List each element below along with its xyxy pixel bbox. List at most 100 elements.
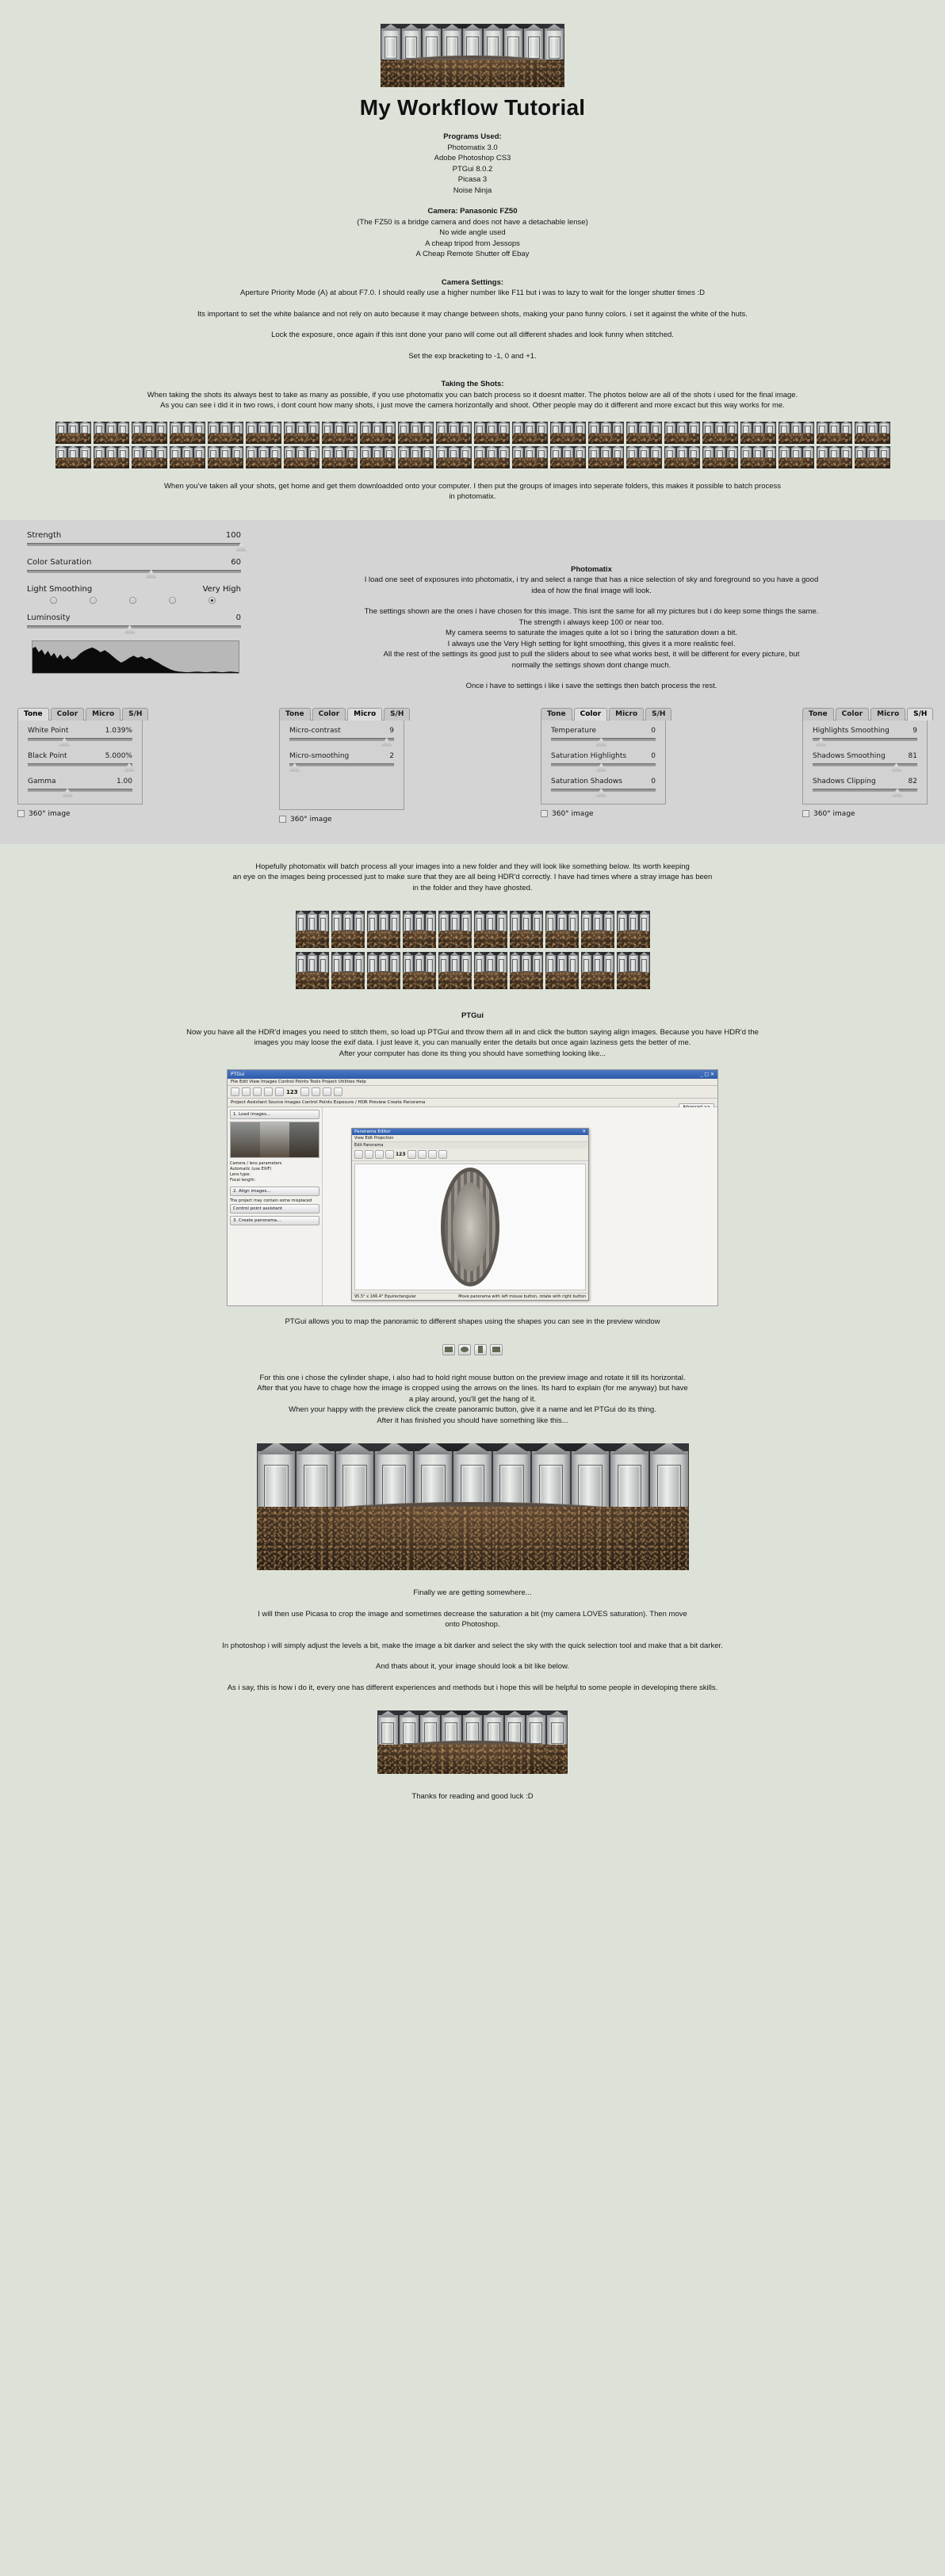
align-icon[interactable] (311, 1087, 320, 1096)
tab-micro[interactable]: Micro (609, 707, 645, 720)
save-icon[interactable] (242, 1087, 251, 1096)
black-point-row[interactable]: Black Point 5.000% (25, 752, 136, 772)
tab-color[interactable]: Color (312, 707, 346, 720)
slider-track[interactable] (813, 737, 917, 747)
panel-tabbar[interactable]: Tone Color Micro S/H (279, 707, 411, 720)
load-images-button[interactable]: 1. Load images... (230, 1110, 319, 1119)
undo-icon[interactable] (253, 1087, 262, 1096)
editor-hand-icon[interactable] (354, 1150, 363, 1159)
ptgui-toolbar[interactable]: 123 (228, 1086, 717, 1099)
tab-s-h[interactable]: S/H (645, 707, 672, 720)
settings-icon[interactable] (333, 1087, 342, 1096)
slider-label: Temperature (551, 726, 597, 735)
light-smoothing-radio-group[interactable] (14, 594, 252, 604)
projection-shape-buttons[interactable] (0, 1343, 945, 1355)
preview-icon[interactable] (322, 1087, 331, 1096)
grid-icon[interactable] (300, 1087, 309, 1096)
color-saturation-slider-track[interactable] (27, 569, 241, 579)
editor-grid-icon[interactable] (417, 1150, 427, 1159)
tab-color[interactable]: Color (573, 707, 608, 720)
gamma-row[interactable]: Gamma 1.00 (25, 778, 136, 797)
360-image-checkbox[interactable] (279, 816, 286, 823)
create-panorama-button[interactable]: 3. Create panorama... (230, 1216, 319, 1225)
light-smoothing-radio-3[interactable] (128, 596, 136, 604)
editor-fit-icon[interactable] (385, 1150, 394, 1159)
open-icon[interactable] (231, 1087, 239, 1096)
panel-tabbar[interactable]: Tone Color Micro S/H (541, 707, 672, 720)
ptgui-tabbar[interactable]: Project Assistant Source Images Control … (228, 1099, 717, 1107)
ptgui-menubar[interactable]: File Edit View Images Control Points Too… (228, 1079, 717, 1086)
strength-slider-track[interactable] (27, 542, 247, 552)
tab-tone[interactable]: Tone (17, 707, 49, 720)
light-smoothing-radio-4[interactable] (168, 596, 176, 604)
panorama-preview[interactable] (354, 1164, 586, 1290)
tab-tone[interactable]: Tone (541, 707, 572, 720)
saturation-highlights-row[interactable]: Saturation Highlights 0 (548, 752, 659, 772)
slider-track[interactable] (551, 737, 656, 747)
editor-zoom-out-icon[interactable] (375, 1150, 384, 1159)
shadows-smoothing-row[interactable]: Shadows Smoothing 81 (809, 752, 920, 772)
source-thumbnail[interactable] (230, 1122, 319, 1158)
strength-slider-row[interactable]: Strength 100 (14, 531, 252, 552)
editor-rotate-icon[interactable] (438, 1150, 447, 1159)
tab-micro[interactable]: Micro (870, 707, 906, 720)
shape-equirectangular-icon[interactable] (474, 1343, 487, 1355)
slider-track[interactable] (289, 737, 394, 747)
tab-s-h[interactable]: S/H (122, 707, 149, 720)
tab-tone[interactable]: Tone (279, 707, 311, 720)
luminosity-slider-row[interactable]: Luminosity 0 (14, 613, 252, 634)
slider-label: Micro-contrast (289, 726, 341, 735)
editor-zoom-in-icon[interactable] (365, 1150, 373, 1159)
light-smoothing-radio-2[interactable] (89, 596, 97, 604)
slider-track[interactable] (289, 762, 394, 772)
align-images-button[interactable]: 2. Align images... (230, 1187, 319, 1196)
360-image-checkbox[interactable] (541, 810, 548, 817)
light-smoothing-radio-5[interactable] (208, 596, 216, 604)
micro-smoothing-row[interactable]: Micro-smoothing 2 (286, 752, 397, 772)
window-controls[interactable]: _ □ ✕ (700, 1072, 714, 1077)
color-saturation-slider-row[interactable]: Color Saturation 60 (14, 558, 252, 579)
micro-contrast-row[interactable]: Micro-contrast 9 (286, 726, 397, 747)
tab-s-h[interactable]: S/H (384, 707, 411, 720)
panel-tabbar[interactable]: Tone Color Micro S/H (17, 707, 149, 720)
shape-rectilinear-icon[interactable] (442, 1343, 455, 1355)
shape-fisheye-icon[interactable] (490, 1343, 503, 1355)
highlights-smoothing-row[interactable]: Highlights Smoothing 9 (809, 727, 920, 747)
360-image-checkbox[interactable] (802, 810, 809, 817)
tab-s-h[interactable]: S/H (907, 707, 934, 720)
shape-cylindrical-icon[interactable] (458, 1343, 471, 1355)
tab-micro[interactable]: Micro (347, 707, 383, 720)
slider-track[interactable] (551, 788, 656, 797)
panorama-editor-menubar[interactable]: View Edit Projection (352, 1135, 588, 1142)
tab-color[interactable]: Color (835, 707, 870, 720)
tab-micro[interactable]: Micro (86, 707, 121, 720)
shadows-clipping-row[interactable]: Shadows Clipping 82 (809, 778, 920, 797)
temperature-row[interactable]: Temperature 0 (548, 726, 659, 747)
redo-icon[interactable] (264, 1087, 273, 1096)
dialog-close-icon[interactable]: ✕ (582, 1129, 586, 1134)
slider-track[interactable] (551, 762, 656, 772)
panorama-editor-toolbar[interactable]: 123 (352, 1148, 588, 1161)
slider-track[interactable] (28, 788, 132, 797)
white-point-row[interactable]: White Point 1.039% (25, 727, 136, 747)
slider-track[interactable] (813, 762, 917, 772)
360-image-checkbox-row[interactable]: 360° image (541, 810, 666, 818)
360-image-checkbox-row[interactable]: 360° image (802, 810, 928, 818)
tab-tone[interactable]: Tone (802, 707, 834, 720)
editor-crop-icon[interactable] (407, 1150, 416, 1159)
360-image-checkbox-row[interactable]: 360° image (279, 816, 404, 824)
360-image-checkbox-row[interactable]: 360° image (17, 810, 143, 818)
tab-color[interactable]: Color (50, 707, 85, 720)
editor-straighten-icon[interactable] (427, 1150, 437, 1159)
saturation-shadows-row[interactable]: Saturation Shadows 0 (548, 778, 659, 797)
360-image-checkbox[interactable] (17, 810, 25, 817)
panel-tabbar[interactable]: Tone Color Micro S/H (802, 707, 934, 720)
sidebar-auto-exif[interactable]: Automatic (use EXIF) (230, 1167, 319, 1172)
slider-track[interactable] (28, 737, 132, 747)
zoom-icon[interactable] (275, 1087, 284, 1096)
slider-track[interactable] (813, 788, 917, 797)
control-point-assistant-button[interactable]: Control point assistant (230, 1204, 319, 1213)
slider-track[interactable] (28, 762, 136, 772)
light-smoothing-radio-1[interactable] (49, 596, 57, 604)
luminosity-slider-track[interactable] (27, 625, 241, 634)
